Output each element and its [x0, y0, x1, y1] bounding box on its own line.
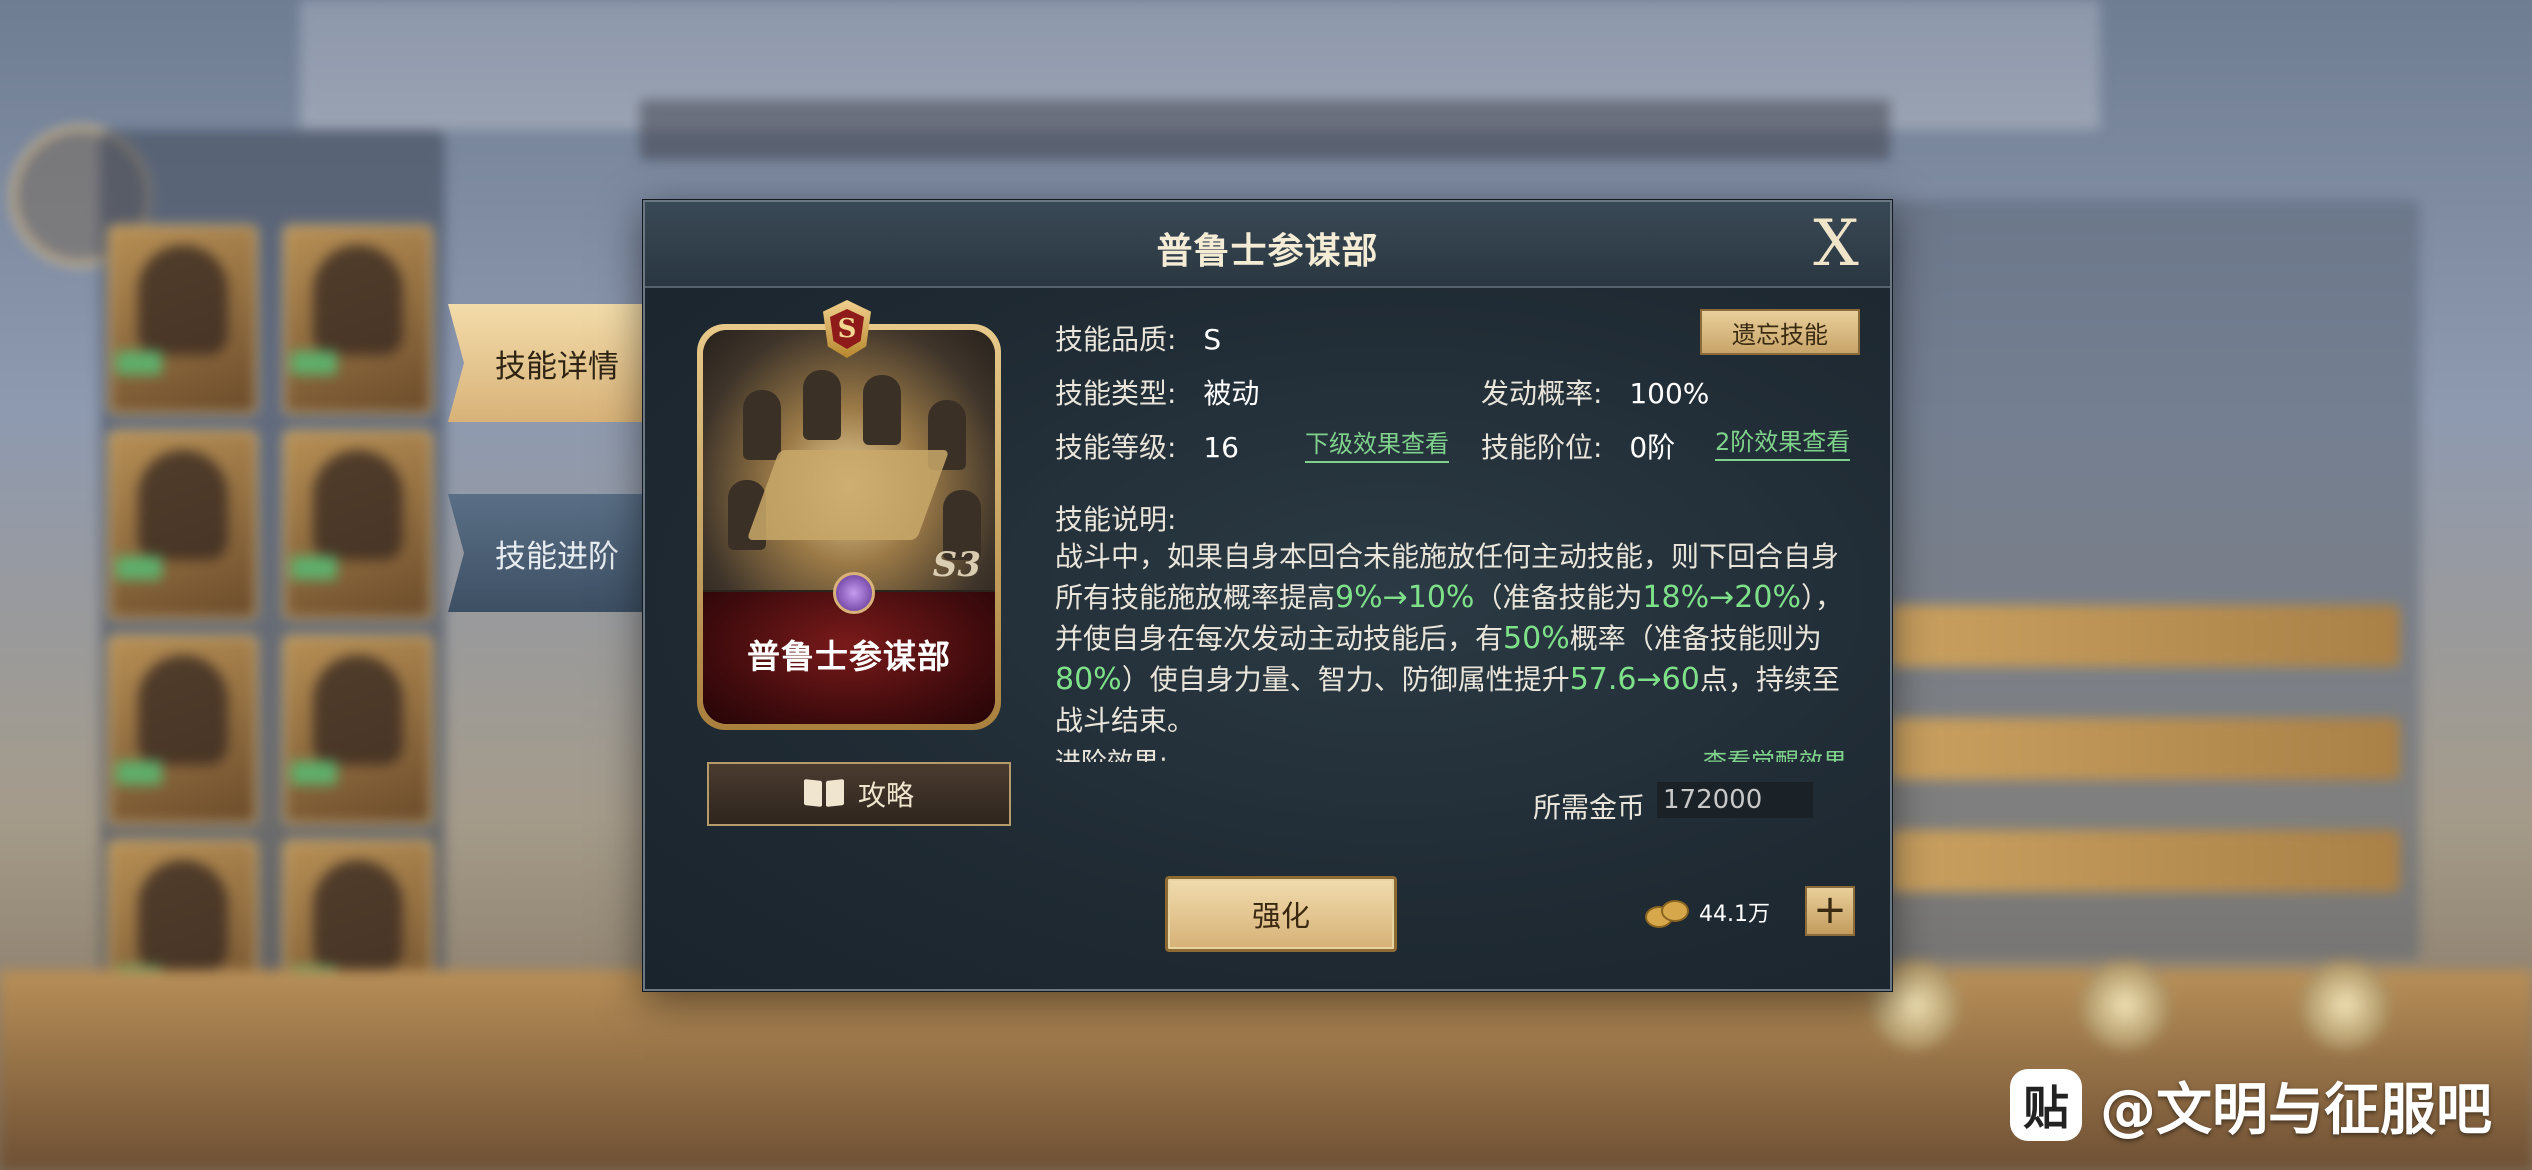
guide-label: 攻略	[857, 779, 914, 812]
rate-label: 发动概率:	[1481, 377, 1603, 410]
skill-card-name: 普鲁士参谋部	[747, 637, 951, 676]
cost-label: 所需金币	[1533, 791, 1646, 824]
stage-value: 0阶	[1629, 431, 1676, 464]
advance-effect-row: 进阶效果: 查看觉醒效果	[1055, 742, 1855, 762]
gem-icon	[833, 572, 875, 614]
tieba-logo-icon: 贴	[2010, 1069, 2082, 1141]
skill-description: 战斗中，如果自身本回合未能施放任何主动技能，则下回合自身所有技能施放概率提高9%…	[1055, 540, 1843, 737]
next-level-effect-link[interactable]: 下级效果查看	[1305, 424, 1449, 463]
level-label: 技能等级:	[1055, 431, 1177, 464]
dialog-title: 普鲁士参谋部	[1156, 231, 1379, 272]
stage-label: 技能阶位:	[1481, 431, 1603, 464]
gold-balance: 44.1万	[1645, 896, 1770, 928]
rate-value: 100%	[1629, 377, 1710, 410]
quality-value: S	[1203, 323, 1222, 356]
forget-skill-button[interactable]: 遗忘技能	[1700, 309, 1860, 355]
skill-detail-dialog: 普鲁士参谋部 X S3 普鲁士参谋部 S 攻略 遗忘技能 技能品质: S 技能类…	[643, 200, 1892, 991]
type-row: 技能类型: 被动	[1055, 372, 1259, 412]
coin-icon	[1645, 898, 1689, 928]
level-value: 16	[1203, 431, 1239, 464]
tab-skill-advance[interactable]: 技能进阶	[448, 494, 666, 612]
watermark: 贴 @文明与征服吧	[2010, 1060, 2492, 1150]
tab-skill-details-label: 技能详情	[495, 348, 619, 385]
description-title: 技能说明:	[1055, 503, 1177, 536]
stage-row: 技能阶位: 0阶	[1481, 426, 1675, 466]
book-icon	[804, 780, 844, 808]
tab-skill-advance-label: 技能进阶	[495, 538, 619, 575]
skill-card: S3 普鲁士参谋部	[697, 324, 1001, 730]
skill-level-mark: S3	[932, 545, 981, 585]
quality-badge-letter: S	[830, 309, 864, 349]
awaken-effect-link[interactable]: 查看觉醒效果	[1703, 742, 1847, 762]
quality-row: 技能品质: S	[1055, 318, 1221, 358]
type-label: 技能类型:	[1055, 377, 1177, 410]
type-value: 被动	[1203, 377, 1260, 410]
dialog-header: 普鲁士参谋部 X	[645, 202, 1890, 288]
guide-button[interactable]: 攻略	[707, 762, 1011, 826]
enhance-button[interactable]: 强化	[1165, 876, 1397, 952]
close-button[interactable]: X	[1802, 210, 1870, 278]
add-gold-button[interactable]: +	[1805, 886, 1855, 936]
tab-skill-details[interactable]: 技能详情	[448, 304, 666, 422]
stage2-effect-link[interactable]: 2阶效果查看	[1715, 422, 1851, 461]
level-row: 技能等级: 16	[1055, 426, 1239, 466]
quality-label: 技能品质:	[1055, 323, 1177, 356]
rate-row: 发动概率: 100%	[1481, 372, 1709, 412]
watermark-text: @文明与征服吧	[2100, 1077, 2492, 1143]
advance-effect-label: 进阶效果:	[1055, 742, 1168, 762]
cost-value: 172000	[1657, 782, 1813, 818]
gold-balance-value: 44.1万	[1699, 902, 1770, 927]
